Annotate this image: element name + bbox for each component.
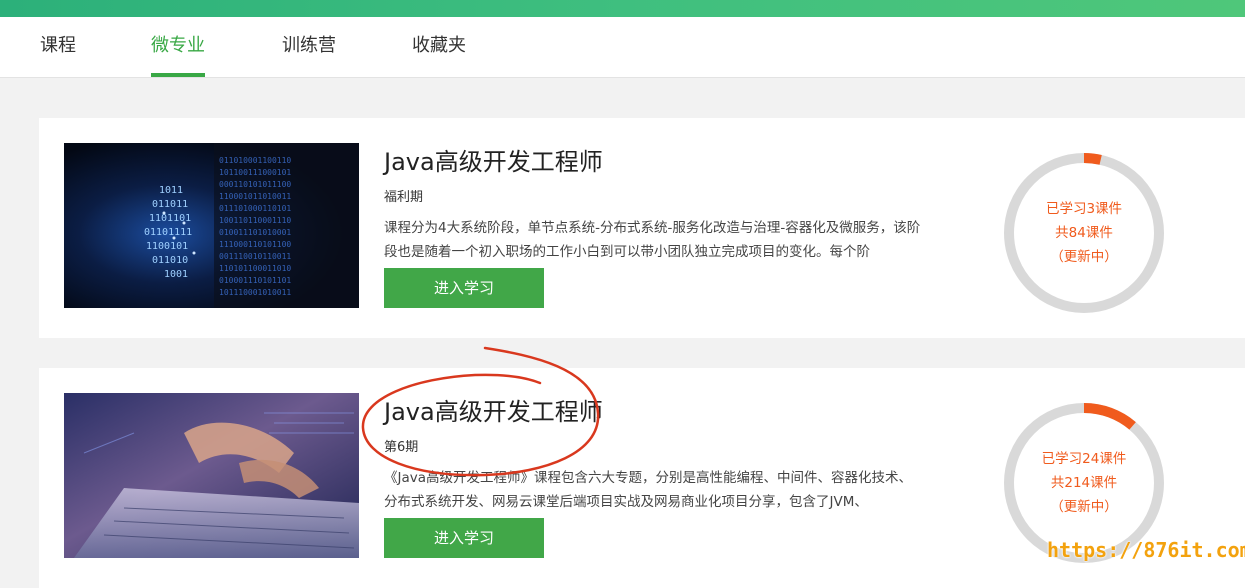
course-period: 福利期 (384, 190, 424, 205)
update-status-text: （更新中） (1050, 499, 1118, 515)
svg-text:1001: 1001 (164, 269, 188, 280)
learned-count-text: 已学习3课件 (1045, 201, 1123, 217)
svg-text:1011: 1011 (159, 185, 183, 196)
svg-text:110001011010011: 110001011010011 (219, 192, 291, 201)
svg-text:010011101010001: 010011101010001 (219, 228, 291, 237)
course-description: 《Java高级开发工程师》课程包含六大专题，分别是高性能编程、中间件、容器化技术… (384, 470, 913, 510)
svg-text:111000110101100: 111000110101100 (219, 240, 291, 249)
learned-count-text: 已学习24课件 (1041, 451, 1127, 467)
svg-text:011011: 011011 (152, 199, 188, 210)
course-card: 011010001100110 101100111000101 00011010… (39, 118, 1245, 338)
svg-text:011101000110101: 011101000110101 (219, 204, 291, 213)
course-title[interactable]: Java高级开发工程师 (384, 392, 603, 427)
tab-micro-specialty[interactable]: 微专业 (151, 17, 205, 77)
course-description: 课程分为4大系统阶段，单节点系统-分布式系统-服务化改造与治理-容器化及微服务，… (384, 220, 921, 260)
enter-study-button[interactable]: 进入学习 (384, 268, 544, 308)
svg-text:000110101011100: 000110101011100 (219, 180, 291, 189)
svg-text:001110010110011: 001110010110011 (219, 252, 291, 261)
update-status-text: （更新中） (1050, 249, 1118, 265)
tab-training-camp[interactable]: 训练营 (282, 17, 336, 77)
total-count-text: 共214课件 (1050, 475, 1118, 491)
svg-text:101110001010011: 101110001010011 (219, 288, 291, 297)
svg-text:1100101: 1100101 (146, 241, 188, 252)
svg-text:01101111: 01101111 (144, 227, 192, 238)
course-title[interactable]: Java高级开发工程师 (384, 142, 603, 177)
svg-text:110101100011010: 110101100011010 (219, 264, 291, 273)
svg-text:101100111000101: 101100111000101 (219, 168, 291, 177)
svg-text:011010001100110: 011010001100110 (219, 156, 291, 165)
course-thumbnail-binary[interactable]: 011010001100110 101100111000101 00011010… (64, 143, 359, 308)
progress-ring: 已学习3课件 共84课件 （更新中） (999, 148, 1169, 318)
total-count-text: 共84课件 (1055, 225, 1113, 241)
tab-bar: 课程 微专业 训练营 收藏夹 (0, 17, 1245, 78)
tab-courses[interactable]: 课程 (40, 17, 76, 77)
svg-text:100110110001110: 100110110001110 (219, 216, 291, 225)
enter-study-button[interactable]: 进入学习 (384, 518, 544, 558)
course-period: 第6期 (384, 440, 419, 455)
tab-favorites[interactable]: 收藏夹 (412, 17, 466, 77)
watermark-url: https://876it.com (1047, 538, 1245, 562)
svg-text:011010: 011010 (152, 255, 188, 266)
svg-text:010001110101101: 010001110101101 (219, 276, 291, 285)
course-thumbnail-laptop[interactable] (64, 393, 359, 558)
top-header-strip (0, 0, 1245, 17)
